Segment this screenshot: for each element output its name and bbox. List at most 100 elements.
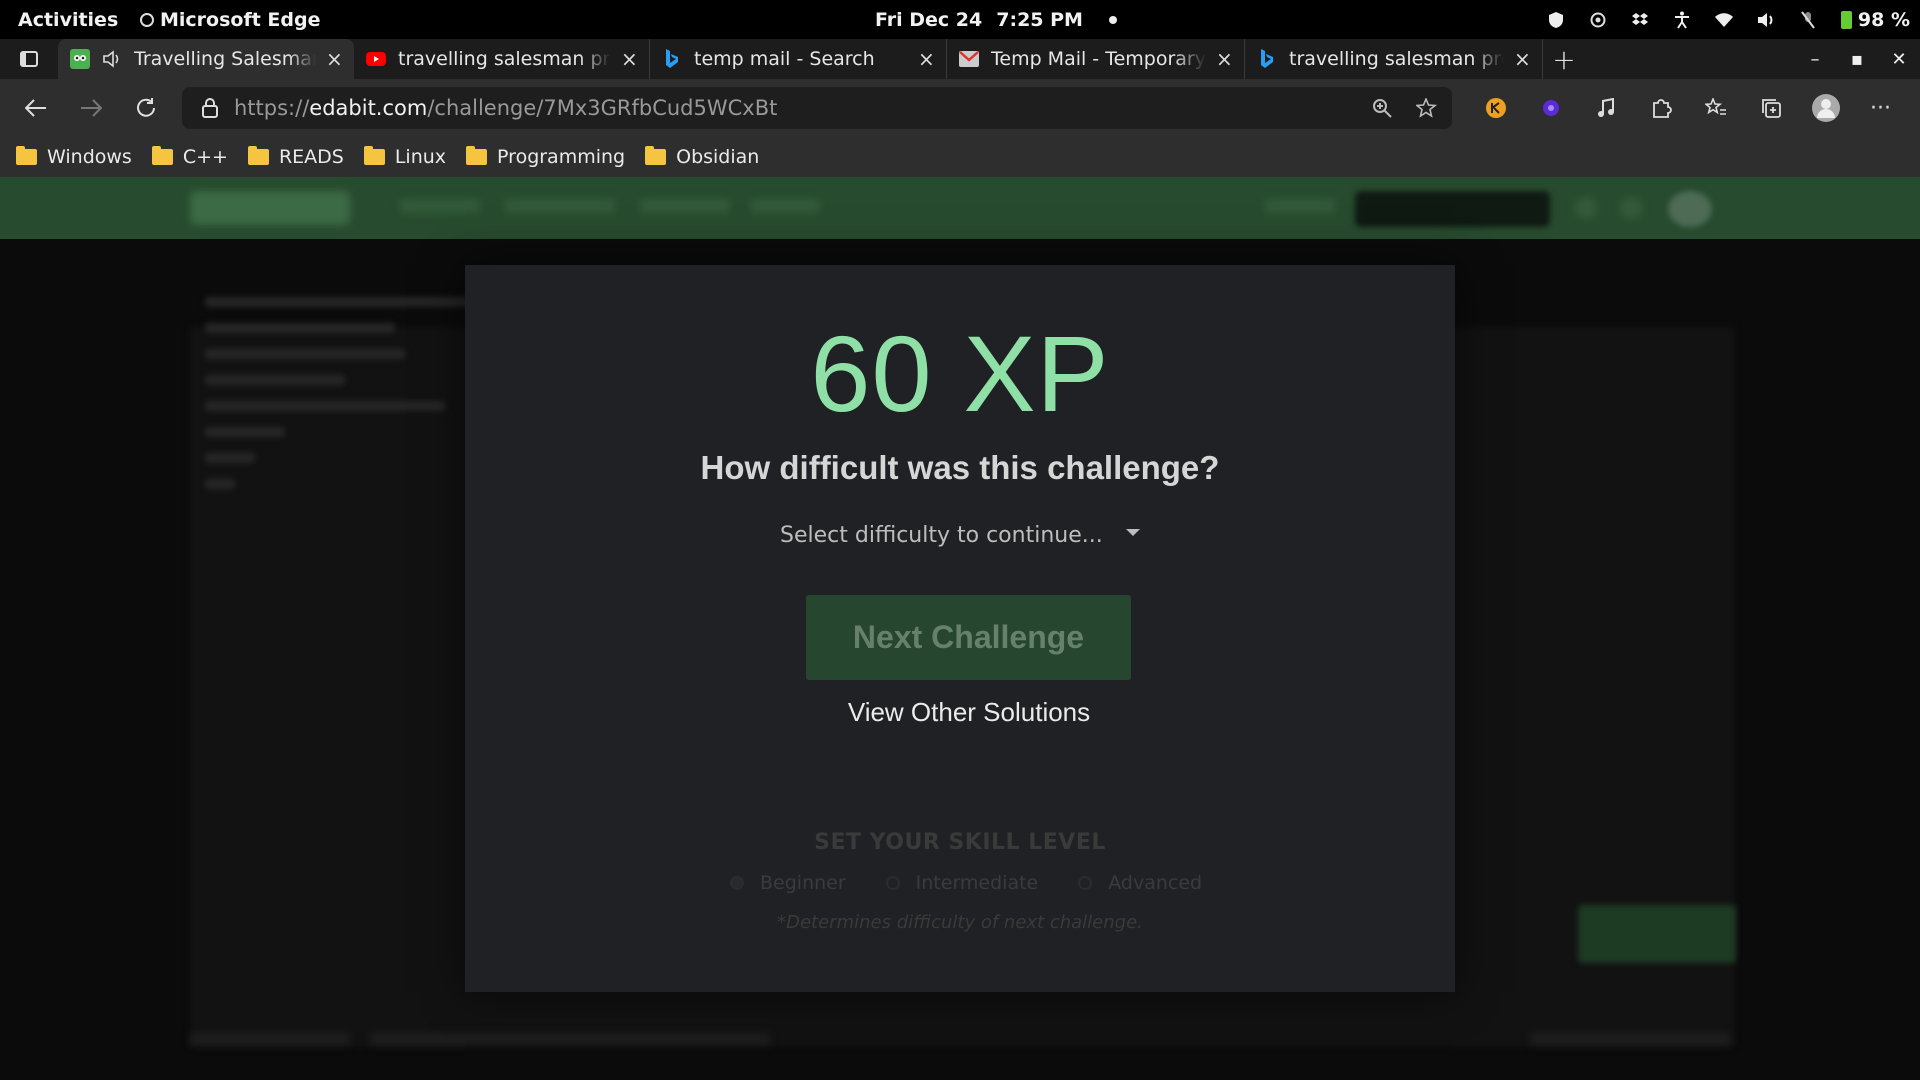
bookmark-folder-obsidian[interactable]: Obsidian — [645, 146, 759, 168]
skill-option-intermediate[interactable]: Intermediate — [885, 872, 1038, 894]
skill-option-advanced[interactable]: Advanced — [1078, 872, 1202, 894]
edabit-icon — [70, 49, 90, 69]
tab-close-button[interactable]: × — [1514, 47, 1531, 71]
minimize-button[interactable]: – — [1794, 49, 1836, 70]
close-window-button[interactable]: ✕ — [1878, 49, 1920, 70]
code-line — [205, 375, 345, 385]
profile-button[interactable] — [1798, 79, 1853, 137]
youtube-icon — [366, 49, 386, 69]
tab-actions-icon — [20, 51, 38, 67]
battery-percent: 98 % — [1857, 8, 1910, 31]
url-prefix: https:// — [234, 96, 310, 120]
skill-option-label: Beginner — [760, 872, 846, 894]
code-line — [205, 349, 405, 359]
bookmark-folder-windows[interactable]: Windows — [16, 146, 132, 168]
tab-actions-button[interactable] — [0, 39, 58, 79]
bookmark-label: READS — [278, 146, 344, 168]
collections-icon — [1761, 99, 1781, 118]
skill-option-label: Advanced — [1108, 872, 1203, 894]
url-path: /challenge/7Mx3GRfbCud5WCxBt — [427, 96, 778, 120]
settings-menu-button[interactable]: ··· — [1853, 79, 1908, 137]
activities-button[interactable]: Activities — [18, 9, 118, 31]
site-avatar — [1668, 191, 1712, 227]
difficulty-question: How difficult was this challenge? — [700, 449, 1220, 486]
window-controls: – ▪ ✕ — [1794, 39, 1920, 79]
code-line — [205, 427, 285, 437]
tab-1[interactable]: travelling salesman problem × — [354, 39, 650, 79]
bookmark-folder-cpp[interactable]: C++ — [151, 146, 228, 168]
zoom-icon[interactable] — [1372, 98, 1392, 118]
volume-icon[interactable] — [1757, 11, 1775, 29]
address-bar[interactable]: https://edabit.com/challenge/7Mx3GRfbCud… — [182, 87, 1452, 129]
tab-title: Temp Mail - Temporary Email — [991, 48, 1206, 70]
accessibility-icon[interactable] — [1673, 11, 1691, 29]
tab-close-button[interactable]: × — [1216, 47, 1233, 71]
skill-option-beginner[interactable]: Beginner — [730, 872, 846, 894]
lock-icon[interactable] — [200, 98, 220, 118]
app-menu[interactable]: Microsoft Edge — [140, 9, 321, 31]
difficulty-select-placeholder: Select difficulty to continue... — [780, 522, 1103, 548]
media-control-button[interactable] — [1578, 79, 1633, 137]
forward-button[interactable] — [63, 79, 118, 137]
site-logo — [190, 191, 350, 225]
add-favorite-icon[interactable] — [1416, 98, 1438, 118]
back-button[interactable] — [8, 79, 63, 137]
site-nav-item — [640, 199, 730, 213]
tab-close-button[interactable]: × — [326, 47, 343, 71]
app-menu-label: Microsoft Edge — [160, 8, 321, 31]
caret-down-icon — [1126, 529, 1140, 536]
microphone-muted-icon[interactable] — [1799, 10, 1817, 29]
extensions-button[interactable] — [1633, 79, 1688, 137]
code-line — [205, 453, 255, 463]
tab-4[interactable]: travelling salesman problem × — [1245, 39, 1543, 79]
radio-icon — [1078, 876, 1093, 890]
favorites-button[interactable] — [1688, 79, 1743, 137]
code-line — [205, 323, 395, 333]
extension-orange-button[interactable] — [1468, 79, 1523, 137]
arrow-right-icon — [80, 99, 102, 117]
bing-icon — [1257, 49, 1277, 69]
system-tray[interactable]: 98 % — [1547, 9, 1910, 31]
chromium-icon[interactable] — [1589, 11, 1607, 29]
puzzle-icon — [1652, 99, 1672, 118]
tab-3[interactable]: Temp Mail - Temporary Email × — [947, 39, 1245, 79]
view-other-solutions-link[interactable]: View Other Solutions — [465, 697, 1473, 728]
dropbox-icon[interactable] — [1631, 11, 1649, 29]
url-text[interactable]: https://edabit.com/challenge/7Mx3GRfbCud… — [234, 96, 777, 120]
speaker-icon[interactable] — [102, 49, 122, 69]
tab-0[interactable]: Travelling Salesman Problem × — [58, 39, 354, 79]
tab-strip: Travelling Salesman Problem × travelling… — [0, 39, 1920, 79]
bookmark-folder-programming[interactable]: Programming — [466, 146, 625, 168]
folder-icon — [645, 146, 667, 165]
shield-icon[interactable] — [1547, 11, 1565, 29]
site-nav-item — [505, 199, 615, 213]
reload-button[interactable] — [118, 79, 173, 137]
tab-close-button[interactable]: × — [918, 47, 935, 71]
more-icon: ··· — [1870, 95, 1891, 121]
next-challenge-button[interactable]: Next Challenge — [806, 595, 1131, 680]
difficulty-select[interactable]: Select difficulty to continue... — [780, 513, 1140, 557]
bookmark-label: Windows — [47, 146, 132, 168]
folder-icon — [16, 146, 37, 165]
new-tab-button[interactable]: + — [1543, 43, 1585, 76]
wifi-icon[interactable] — [1714, 11, 1733, 29]
clock-time: 7:25 PM — [996, 8, 1083, 31]
folder-icon — [151, 146, 173, 165]
extension-orange-icon — [1485, 98, 1506, 118]
bookmark-folder-linux[interactable]: Linux — [363, 146, 446, 168]
maximize-button[interactable]: ▪ — [1836, 49, 1878, 70]
folder-icon — [247, 146, 269, 165]
footer-item — [1530, 1033, 1730, 1045]
system-top-bar: Activities Microsoft Edge Fri Dec 24 7:2… — [0, 0, 1920, 39]
tab-2[interactable]: temp mail - Search × — [650, 39, 947, 79]
code-line — [205, 479, 235, 489]
bookmark-label: Obsidian — [676, 146, 760, 168]
collections-button[interactable] — [1743, 79, 1798, 137]
clock[interactable]: Fri Dec 24 7:25 PM — [875, 9, 1117, 31]
bookmark-folder-reads[interactable]: READS — [247, 146, 344, 168]
site-header — [0, 177, 1920, 239]
tab-close-button[interactable]: × — [621, 47, 638, 71]
extension-purple-button[interactable] — [1523, 79, 1578, 137]
battery-indicator[interactable]: 98 % — [1840, 8, 1910, 31]
favorites-list-icon — [1704, 98, 1726, 115]
